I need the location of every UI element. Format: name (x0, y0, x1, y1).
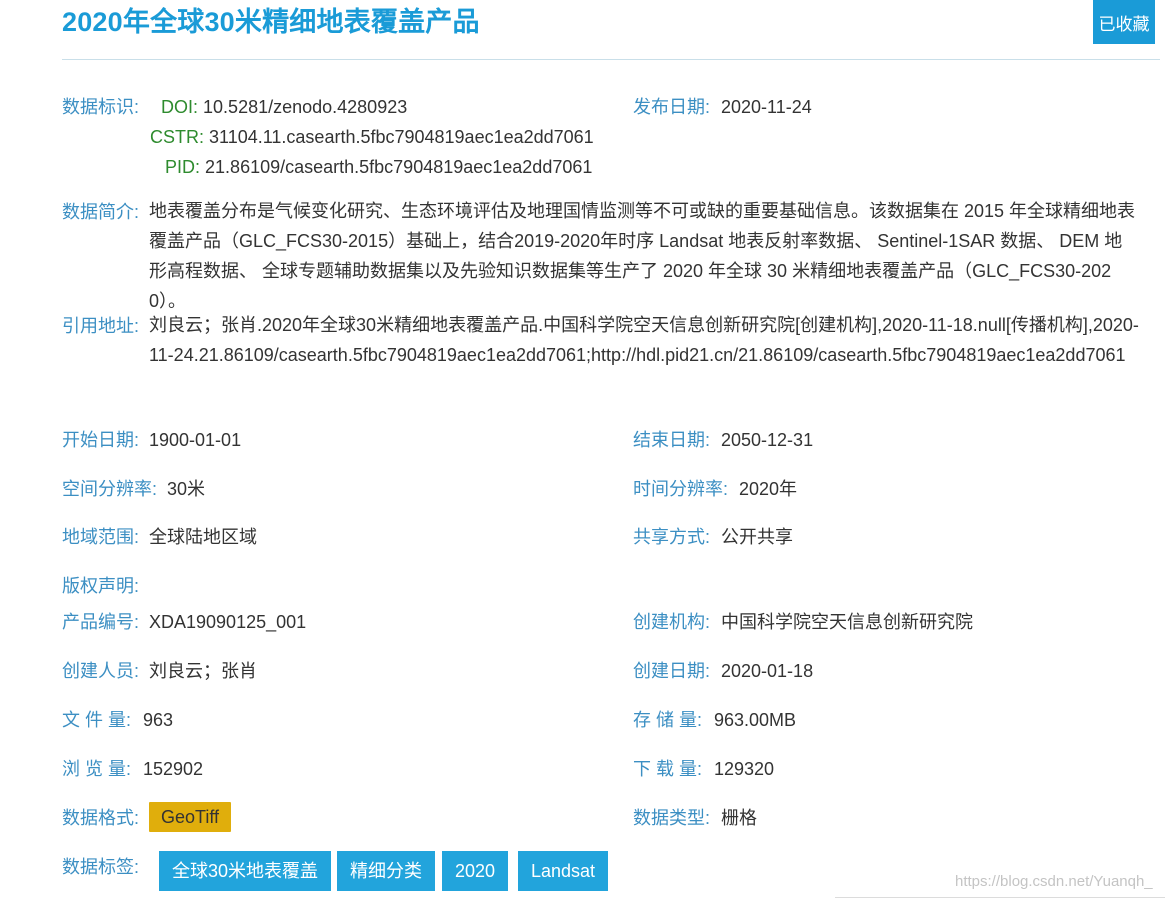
storage-label: 存 储 量: (633, 710, 703, 730)
views-value: 152902 (143, 759, 204, 779)
spatial-res-value: 30米 (167, 479, 206, 499)
doi-row: DOI: 10.5281/zenodo.4280923 (161, 95, 407, 119)
end-date-value: 2050-12-31 (721, 430, 814, 450)
product-no-label: 产品编号: (62, 612, 140, 632)
pid-value: 21.86109/casearth.5fbc7904819aec1ea2dd70… (205, 157, 593, 177)
sharing-value: 公开共享 (721, 527, 793, 547)
tag-2020[interactable]: 2020 (442, 851, 509, 891)
downloads-value: 129320 (714, 759, 775, 779)
sharing-label: 共享方式: (633, 527, 711, 547)
cstr-value: 31104.11.casearth.5fbc7904819aec1ea2dd70… (209, 127, 594, 147)
cstr-key: CSTR: (150, 127, 204, 147)
summary-label: 数据简介: (62, 202, 140, 222)
file-count-label: 文 件 量: (62, 710, 132, 730)
citation-text: 刘良云；张肖.2020年全球30米精细地表覆盖产品.中国科学院空天信息创新研究院… (149, 315, 1139, 365)
doi-value: 10.5281/zenodo.4280923 (203, 97, 408, 117)
pid-row: PID: 21.86109/casearth.5fbc7904819aec1ea… (165, 155, 592, 179)
create-date-label: 创建日期: (633, 661, 711, 681)
citation-label: 引用地址: (62, 316, 140, 336)
creator-org-label: 创建机构: (633, 612, 711, 632)
pid-key: PID: (165, 157, 201, 177)
creator-org-value: 中国科学院空天信息创新研究院 (721, 612, 973, 632)
copyright-label: 版权声明: (62, 576, 140, 596)
data-type-label: 数据类型: (633, 808, 711, 828)
start-date-label: 开始日期: (62, 430, 140, 450)
downloads-label: 下 载 量: (633, 759, 703, 779)
collect-button[interactable]: 已收藏 (1093, 0, 1155, 44)
views-label: 浏 览 量: (62, 759, 132, 779)
temporal-res-value: 2020年 (739, 479, 798, 499)
summary-text: 地表覆盖分布是气候变化研究、生态环境评估及地理国情监测等不可或缺的重要基础信息。… (149, 201, 1136, 311)
publish-date-value: 2020-11-24 (721, 97, 812, 117)
creators-value: 刘良云；张肖 (149, 661, 257, 681)
format-badge[interactable]: GeoTiff (149, 802, 232, 832)
region-label: 地域范围: (62, 527, 140, 547)
file-count-value: 963 (143, 710, 174, 730)
page-title: 2020年全球30米精细地表覆盖产品 (62, 7, 480, 37)
temporal-res-label: 时间分辨率: (633, 479, 729, 499)
identifiers-label: 数据标识: (62, 97, 140, 117)
publish-date-label: 发布日期: (633, 97, 711, 117)
data-type-value: 栅格 (721, 808, 757, 828)
tag-fine-classification[interactable]: 精细分类 (337, 851, 435, 891)
tag-landsat[interactable]: Landsat (518, 851, 609, 891)
cstr-row: CSTR: 31104.11.casearth.5fbc7904819aec1e… (150, 125, 594, 149)
product-no-value: XDA19090125_001 (149, 612, 307, 632)
end-date-label: 结束日期: (633, 430, 711, 450)
format-label: 数据格式: (62, 808, 140, 828)
creators-label: 创建人员: (62, 661, 140, 681)
tag-global-landcover[interactable]: 全球30米地表覆盖 (159, 851, 332, 891)
title-divider (62, 59, 1160, 60)
region-value: 全球陆地区域 (149, 527, 257, 547)
bottom-divider (835, 897, 1165, 898)
start-date-value: 1900-01-01 (149, 430, 242, 450)
storage-value: 963.00MB (714, 710, 797, 730)
create-date-value: 2020-01-18 (721, 661, 814, 681)
spatial-res-label: 空间分辨率: (62, 479, 158, 499)
watermark: https://blog.csdn.net/Yuanqh_ (955, 873, 1153, 890)
doi-key: DOI: (161, 97, 199, 117)
tags-label: 数据标签: (62, 857, 140, 877)
